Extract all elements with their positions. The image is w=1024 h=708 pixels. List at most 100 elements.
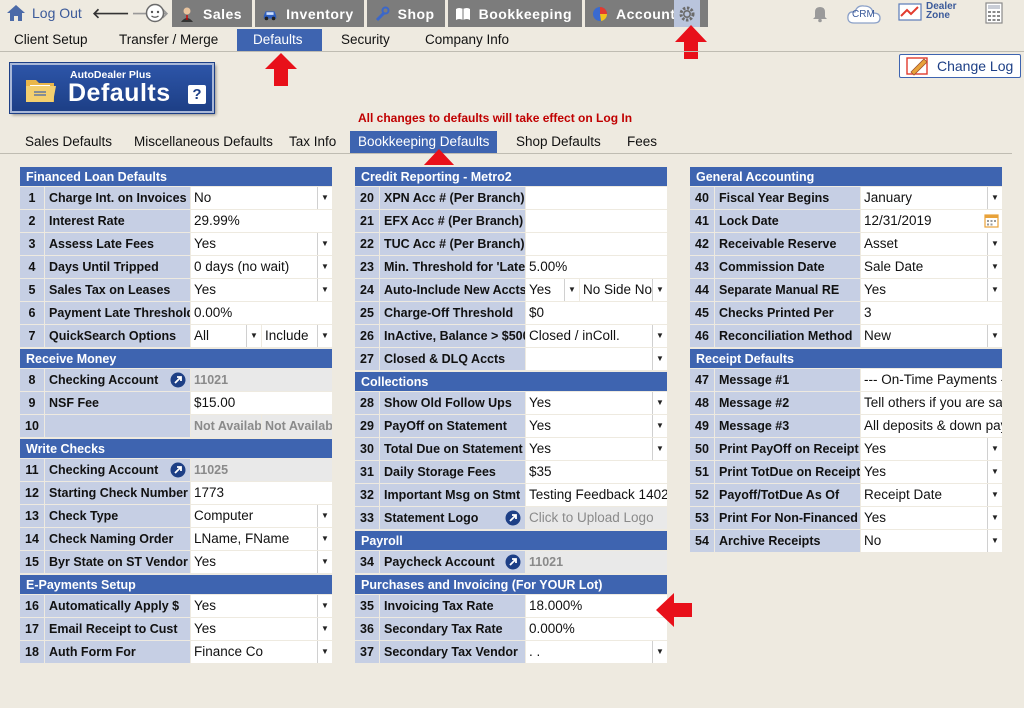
dropdown-arrow-icon[interactable]: ▼ — [317, 618, 332, 640]
buyer-state-vendor-select[interactable]: Yes ▼ — [190, 551, 332, 573]
separate-manual-re-select[interactable]: Yes ▼ — [860, 279, 1002, 301]
inactive-balance-select[interactable]: Closed / inColl. ▼ — [525, 325, 667, 347]
dropdown-arrow-icon[interactable]: ▼ — [652, 325, 667, 347]
nsf-fee-input[interactable]: $15.00 — [190, 392, 332, 414]
days-until-tripped-select[interactable]: 0 days (no wait) ▼ — [190, 256, 332, 278]
dropdown-arrow-icon[interactable]: ▼ — [317, 256, 332, 278]
reconciliation-method-select[interactable]: New ▼ — [860, 325, 1002, 347]
tab-fees[interactable]: Fees — [627, 131, 657, 153]
closed-dlq-select[interactable]: ▼ — [525, 348, 667, 370]
dropdown-arrow-icon[interactable]: ▼ — [317, 505, 332, 527]
dropdown-arrow-icon[interactable]: ▼ — [987, 233, 1002, 255]
subnav-transfer-merge[interactable]: Transfer / Merge — [119, 29, 218, 51]
subnav-company-info[interactable]: Company Info — [425, 29, 509, 51]
dropdown-arrow-icon[interactable]: ▼ — [317, 595, 332, 617]
dropdown-arrow-icon[interactable]: ▼ — [987, 279, 1002, 301]
print-totdue-receipt-select[interactable]: Yes ▼ — [860, 461, 1002, 483]
tab-sales[interactable]: Sales — [172, 0, 253, 27]
side-notes-select[interactable]: No Side Notes ▼ — [579, 279, 667, 301]
dropdown-arrow-icon[interactable]: ▼ — [987, 530, 1002, 552]
dropdown-arrow-icon[interactable]: ▼ — [317, 279, 332, 301]
auth-form-select[interactable]: Finance Co ▼ — [190, 641, 332, 663]
tab-inventory[interactable]: Inventory — [255, 0, 364, 27]
print-non-financed-select[interactable]: Yes ▼ — [860, 507, 1002, 529]
dropdown-arrow-icon[interactable]: ▼ — [317, 641, 332, 663]
email-receipt-select[interactable]: Yes ▼ — [190, 618, 332, 640]
calendar-icon[interactable] — [984, 213, 999, 228]
external-link-icon[interactable] — [170, 462, 186, 478]
crm-button[interactable]: CRM — [846, 2, 882, 29]
quicksearch-scope-select[interactable]: All ▼ — [190, 325, 261, 347]
payoff-totdue-as-of-select[interactable]: Receipt Date ▼ — [860, 484, 1002, 506]
auto-apply-select[interactable]: Yes ▼ — [190, 595, 332, 617]
back-arrow-icon[interactable]: 🡐 — [92, 5, 130, 22]
dropdown-arrow-icon[interactable]: ▼ — [652, 641, 667, 663]
external-link-icon[interactable] — [170, 372, 186, 388]
tab-shop-defaults[interactable]: Shop Defaults — [516, 131, 601, 153]
dropdown-arrow-icon[interactable]: ▼ — [987, 461, 1002, 483]
auto-include-select[interactable]: Yes ▼ — [525, 279, 579, 301]
dropdown-arrow-icon[interactable]: ▼ — [652, 392, 667, 414]
commission-date-select[interactable]: Sale Date ▼ — [860, 256, 1002, 278]
quicksearch-include-select[interactable]: Include ▼ — [261, 325, 332, 347]
help-button[interactable]: ? — [188, 85, 206, 104]
secondary-tax-rate-input[interactable]: 0.000% — [525, 618, 667, 640]
charge-off-threshold-input[interactable]: $0 — [525, 302, 667, 324]
tuc-account-input[interactable] — [525, 233, 667, 255]
subnav-client-setup[interactable]: Client Setup — [14, 29, 88, 51]
external-link-icon[interactable] — [505, 554, 521, 570]
lock-date-input[interactable]: 12/31/2019 — [860, 210, 1002, 232]
logout-link[interactable]: Log Out — [6, 3, 82, 23]
dealer-zone-button[interactable]: Dealer Zone — [898, 2, 968, 24]
dropdown-arrow-icon[interactable]: ▼ — [987, 256, 1002, 278]
total-due-statement-select[interactable]: Yes ▼ — [525, 438, 667, 460]
secondary-tax-vendor-select[interactable]: . . ▼ — [525, 641, 667, 663]
charge-interest-select[interactable]: No ▼ — [190, 187, 332, 209]
calculator-icon[interactable] — [985, 2, 1003, 27]
dropdown-arrow-icon[interactable]: ▼ — [987, 325, 1002, 347]
dropdown-arrow-icon[interactable]: ▼ — [652, 415, 667, 437]
xpn-account-input[interactable] — [525, 187, 667, 209]
tab-shop[interactable]: Shop — [366, 0, 445, 27]
dropdown-arrow-icon[interactable]: ▼ — [317, 187, 332, 209]
dropdown-arrow-icon[interactable]: ▼ — [317, 325, 332, 347]
message-2-input[interactable]: Tell others if you are satisfied — [860, 392, 1002, 414]
external-link-icon[interactable] — [505, 510, 521, 526]
dropdown-arrow-icon[interactable]: ▼ — [564, 279, 579, 301]
subnav-security[interactable]: Security — [341, 29, 390, 51]
check-naming-order-select[interactable]: LName, FName ▼ — [190, 528, 332, 550]
show-old-follow-ups-select[interactable]: Yes ▼ — [525, 392, 667, 414]
min-threshold-input[interactable]: 5.00% — [525, 256, 667, 278]
dropdown-arrow-icon[interactable]: ▼ — [987, 507, 1002, 529]
dropdown-arrow-icon[interactable]: ▼ — [652, 438, 667, 460]
invoicing-tax-rate-input[interactable]: 18.000% — [525, 595, 667, 617]
efx-account-input[interactable] — [525, 210, 667, 232]
tab-sales-defaults[interactable]: Sales Defaults — [25, 131, 112, 153]
interest-rate-input[interactable]: 29.99% — [190, 210, 332, 232]
tab-tax-info[interactable]: Tax Info — [289, 131, 336, 153]
late-threshold-input[interactable]: 0.00% — [190, 302, 332, 324]
dropdown-arrow-icon[interactable]: ▼ — [987, 438, 1002, 460]
dropdown-arrow-icon[interactable]: ▼ — [246, 325, 261, 347]
dropdown-arrow-icon[interactable]: ▼ — [317, 528, 332, 550]
message-1-input[interactable]: --- On-Time Payments --- — [860, 369, 1002, 391]
tab-bookkeeping[interactable]: Bookkeeping — [447, 0, 583, 27]
dropdown-arrow-icon[interactable]: ▼ — [987, 187, 1002, 209]
starting-check-number-input[interactable]: 1773 — [190, 482, 332, 504]
dropdown-arrow-icon[interactable]: ▼ — [652, 279, 667, 301]
subnav-defaults[interactable]: Defaults — [237, 29, 322, 51]
notification-bell-icon[interactable] — [810, 3, 830, 26]
dropdown-arrow-icon[interactable]: ▼ — [987, 484, 1002, 506]
late-fees-select[interactable]: Yes ▼ — [190, 233, 332, 255]
important-msg-input[interactable]: Testing Feedback 1402 — [525, 484, 667, 506]
checks-printed-per-input[interactable]: 3 — [860, 302, 1002, 324]
receivable-reserve-select[interactable]: Asset ▼ — [860, 233, 1002, 255]
print-payoff-receipt-select[interactable]: Yes ▼ — [860, 438, 1002, 460]
settings-tab[interactable] — [674, 0, 700, 27]
tab-misc-defaults[interactable]: Miscellaneous Defaults — [134, 131, 273, 153]
dropdown-arrow-icon[interactable]: ▼ — [317, 551, 332, 573]
check-type-select[interactable]: Computer ▼ — [190, 505, 332, 527]
dropdown-arrow-icon[interactable]: ▼ — [652, 348, 667, 370]
daily-storage-fees-input[interactable]: $35 — [525, 461, 667, 483]
user-face-icon[interactable] — [145, 3, 165, 26]
